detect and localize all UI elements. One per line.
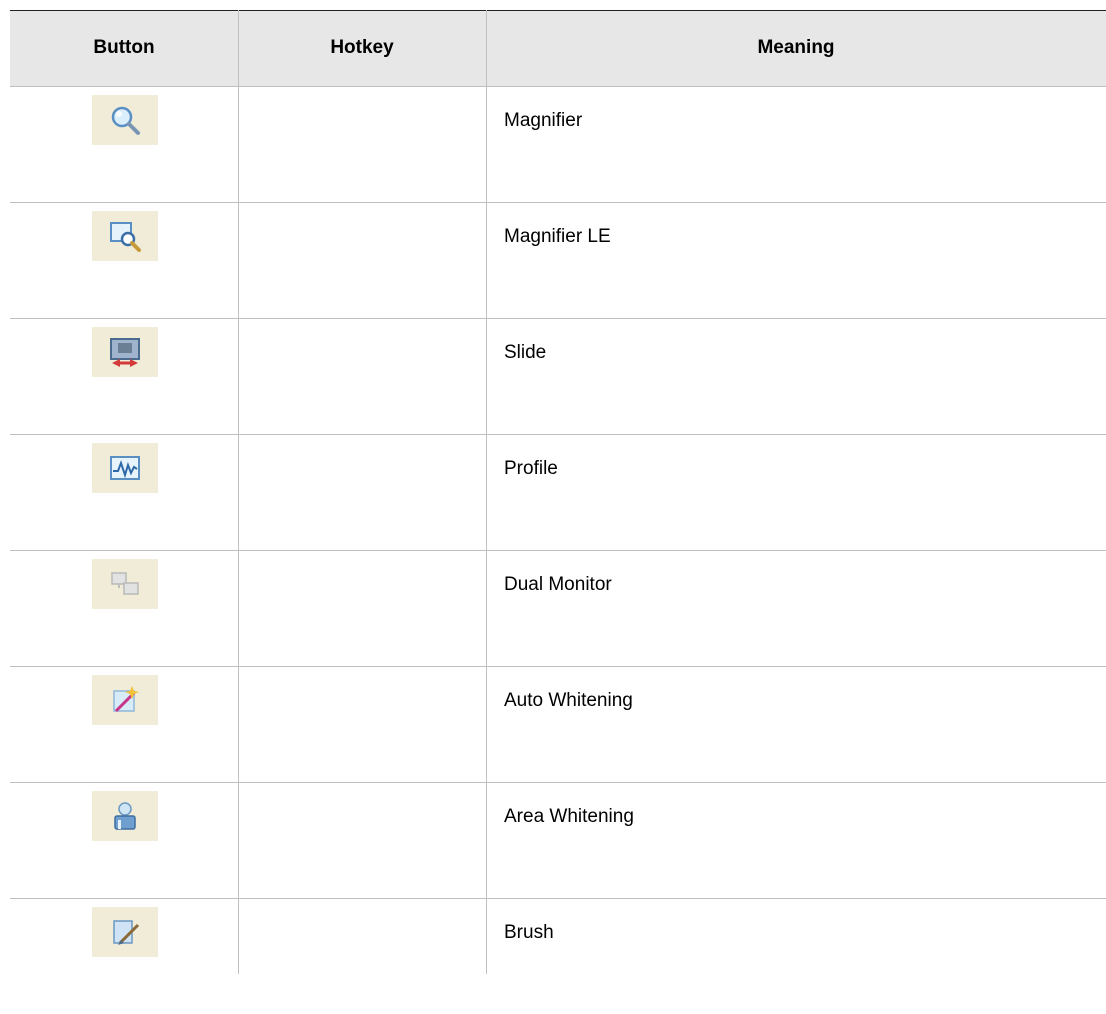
hotkey-cell [238,202,486,318]
table-header-row: Button Hotkey Meaning [10,10,1106,86]
row-divider [10,86,1106,87]
header-meaning: Meaning [757,37,835,58]
column-divider [238,10,239,974]
table-top-border [10,10,1106,11]
meaning-cell: Brush [486,898,1106,1014]
button-cell [10,202,238,318]
meaning-cell: Profile [486,434,1106,550]
table-row: Brush [10,898,1106,974]
table-row: Auto Whitening [10,666,1106,782]
table-row: Magnifier LE [10,202,1106,318]
hotkey-cell [238,86,486,202]
table-row: Area Whitening [10,782,1106,898]
meaning-text: Dual Monitor [504,574,612,595]
meaning-text: Auto Whitening [504,690,633,711]
row-divider [10,782,1106,783]
brush-icon[interactable] [92,907,158,957]
hotkey-cell [238,550,486,666]
header-button: Button [93,37,155,58]
meaning-cell: Auto Whitening [486,666,1106,782]
hotkey-cell [238,666,486,782]
profile-icon[interactable] [92,443,158,493]
meaning-cell: Magnifier LE [486,202,1106,318]
row-divider [10,666,1106,667]
button-cell [10,318,238,434]
meaning-cell: Slide [486,318,1106,434]
hotkey-cell [238,898,486,1014]
table-row: Profile [10,434,1106,550]
meaning-text: Profile [504,458,558,479]
meaning-text: Slide [504,342,547,363]
auto-whitening-icon[interactable] [92,675,158,725]
column-divider [486,10,487,974]
meaning-text: Brush [504,922,554,943]
slide-icon[interactable] [92,327,158,377]
hotkey-cell [238,318,486,434]
button-cell [10,434,238,550]
meaning-cell: Magnifier [486,86,1106,202]
button-cell [10,86,238,202]
button-cell [10,666,238,782]
table-row: Magnifier [10,86,1106,202]
row-divider [10,202,1106,203]
button-cell [10,898,238,1014]
button-cell [10,550,238,666]
meaning-text: Magnifier [504,110,583,131]
meaning-cell: Area Whitening [486,782,1106,898]
magnifier-icon[interactable] [92,95,158,145]
magnifier-le-icon[interactable] [92,211,158,261]
meaning-text: Area Whitening [504,806,634,827]
table-row: Slide [10,318,1106,434]
dual-monitor-icon[interactable] [92,559,158,609]
row-divider [10,898,1106,899]
button-reference-table: Button Hotkey Meaning Magnifier Magnifie… [10,10,1106,974]
table-row: Dual Monitor [10,550,1106,666]
row-divider [10,434,1106,435]
hotkey-cell [238,782,486,898]
hotkey-cell [238,434,486,550]
row-divider [10,550,1106,551]
meaning-text: Magnifier LE [504,226,611,247]
meaning-cell: Dual Monitor [486,550,1106,666]
row-divider [10,318,1106,319]
button-cell [10,782,238,898]
area-whitening-icon[interactable] [92,791,158,841]
header-hotkey: Hotkey [330,37,394,58]
